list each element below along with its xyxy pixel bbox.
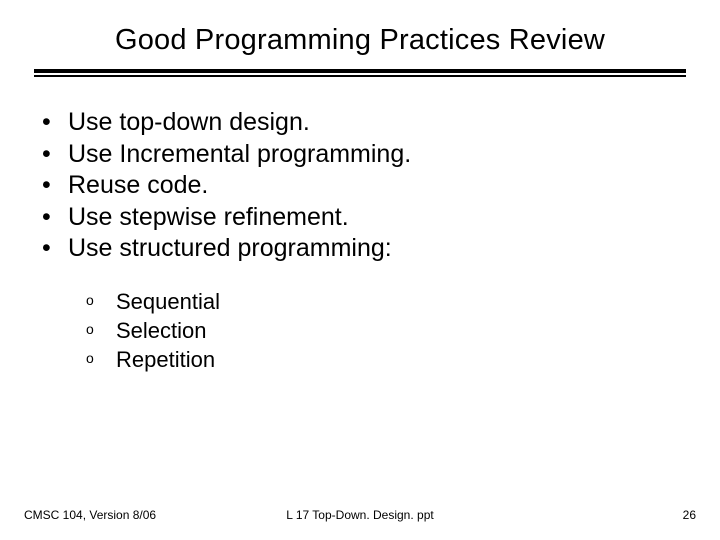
list-item-text: Use stepwise refinement. [68, 202, 349, 234]
rule-thick [34, 69, 686, 73]
list-item: • Use top-down design. [42, 107, 686, 139]
list-item-text: Reuse code. [68, 170, 208, 202]
sub-list: o Sequential o Selection o Repetition [34, 287, 686, 374]
list-item-text: Use top-down design. [68, 107, 310, 139]
sub-list-item-text: Selection [116, 316, 207, 345]
bullet-icon: • [42, 170, 68, 202]
list-item-text: Use Incremental programming. [68, 139, 411, 171]
footer: CMSC 104, Version 8/06 L 17 Top-Down. De… [0, 508, 720, 522]
footer-right: 26 [683, 508, 696, 522]
sub-bullet-icon: o [86, 287, 116, 309]
list-item: • Use structured programming: [42, 233, 686, 265]
slide: Good Programming Practices Review • Use … [0, 0, 720, 540]
slide-title: Good Programming Practices Review [34, 24, 686, 57]
sub-list-item: o Selection [86, 316, 686, 345]
list-item-text: Use structured programming: [68, 233, 392, 265]
list-item: • Use stepwise refinement. [42, 202, 686, 234]
list-item: • Use Incremental programming. [42, 139, 686, 171]
list-item: • Reuse code. [42, 170, 686, 202]
title-rule [34, 69, 686, 77]
sub-list-item: o Repetition [86, 345, 686, 374]
rule-thin [34, 75, 686, 77]
sub-list-item: o Sequential [86, 287, 686, 316]
bullet-icon: • [42, 233, 68, 265]
bullet-icon: • [42, 139, 68, 171]
main-list: • Use top-down design. • Use Incremental… [34, 107, 686, 265]
sub-list-item-text: Sequential [116, 287, 220, 316]
bullet-icon: • [42, 107, 68, 139]
sub-bullet-icon: o [86, 316, 116, 338]
bullet-icon: • [42, 202, 68, 234]
sub-bullet-icon: o [86, 345, 116, 367]
footer-left: CMSC 104, Version 8/06 [24, 508, 156, 522]
sub-list-item-text: Repetition [116, 345, 215, 374]
